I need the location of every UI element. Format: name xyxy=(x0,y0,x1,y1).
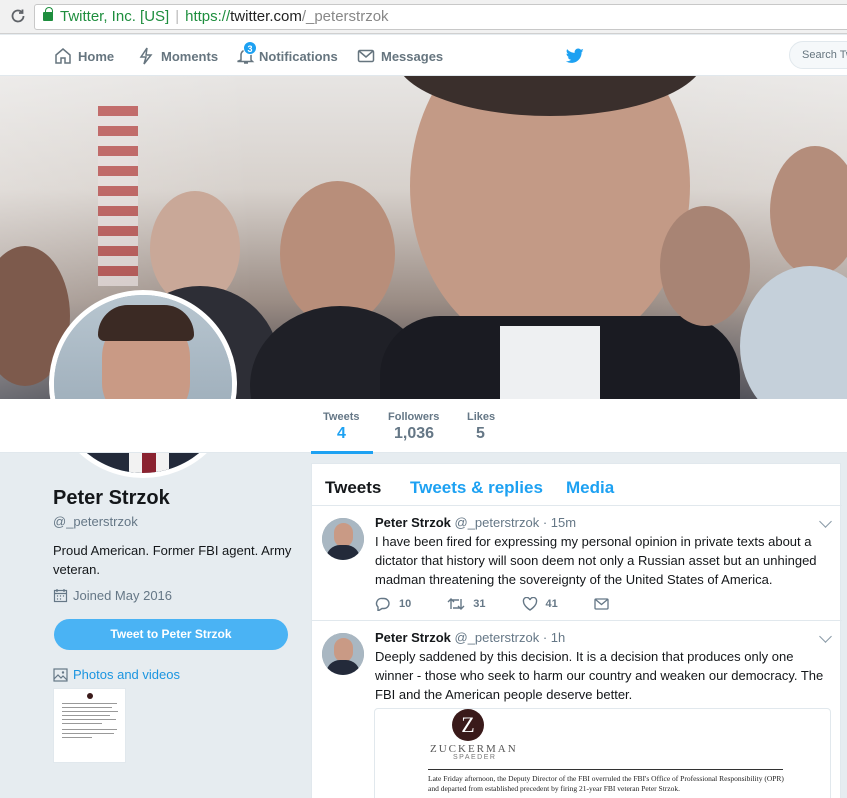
nav-notifications[interactable]: 3 Notifications xyxy=(237,41,338,65)
stat-likes[interactable]: Likes 5 xyxy=(467,411,495,443)
media-thumbnail[interactable] xyxy=(53,688,126,763)
nav-notifications-label: Notifications xyxy=(259,48,338,64)
stat-followers-label: Followers xyxy=(388,411,440,423)
stat-followers-value: 1,036 xyxy=(394,425,435,442)
tweet-avatar[interactable] xyxy=(322,633,364,675)
tab-media[interactable]: Media xyxy=(566,478,614,498)
home-icon xyxy=(55,48,71,64)
retweet-count: 31 xyxy=(473,598,486,610)
search-input[interactable]: Search Tw xyxy=(789,41,847,69)
card-divider xyxy=(428,769,783,770)
photos-videos-link[interactable]: Photos and videos xyxy=(53,667,180,682)
nav-messages-label: Messages xyxy=(381,48,444,64)
image-icon xyxy=(53,667,68,682)
profile-name[interactable]: Peter Strzok xyxy=(53,487,170,510)
url-scheme: https:// xyxy=(185,8,231,25)
tweet-author-name[interactable]: Peter Strzok xyxy=(375,515,451,530)
nav-home-label: Home xyxy=(78,48,115,64)
reload-icon[interactable] xyxy=(9,7,27,25)
tweet-to-button[interactable]: Tweet to Peter Strzok xyxy=(54,619,288,650)
reply-count: 10 xyxy=(399,598,412,610)
envelope-icon xyxy=(357,49,375,63)
stat-tweets[interactable]: Tweets 4 xyxy=(323,411,359,443)
tweet-author-handle[interactable]: @_peterstrzok xyxy=(455,630,540,645)
like-button[interactable]: 41 xyxy=(522,597,558,611)
profile-handle[interactable]: @_peterstrzok xyxy=(53,514,138,529)
twitter-bird-icon[interactable] xyxy=(566,48,584,64)
tweet-avatar[interactable] xyxy=(322,518,364,560)
tweet-text: Deeply saddened by this decision. It is … xyxy=(375,649,824,702)
url-host: twitter.com xyxy=(230,8,302,25)
tweet-header: Peter Strzok @_peterstrzok · 1h xyxy=(375,630,565,645)
nav-moments[interactable]: Moments xyxy=(137,47,218,65)
reply-icon xyxy=(375,597,390,611)
secure-label: Twitter, Inc. [US] xyxy=(60,8,170,25)
browser-toolbar: Twitter, Inc. [US] | https://twitter.com/_… xyxy=(0,0,847,34)
card-firm-sub: SPAEDER xyxy=(453,754,497,761)
envelope-icon xyxy=(594,598,609,610)
lock-icon xyxy=(43,7,53,21)
profile-stats-bar: Tweets 4 Followers 1,036 Likes 5 xyxy=(0,399,847,453)
tweet-author-handle[interactable]: @_peterstrzok xyxy=(455,515,540,530)
profile-joined-label: Joined May 2016 xyxy=(73,588,173,603)
stat-likes-label: Likes xyxy=(467,411,496,423)
heart-icon xyxy=(522,597,537,611)
profile-joined: Joined May 2016 xyxy=(53,588,172,603)
top-navigation: Home Moments 3 Notifications Messages Se… xyxy=(0,35,847,76)
tweet-actions: 10 31 41 xyxy=(375,597,653,611)
tweet-header: Peter Strzok @_peterstrzok · 15m xyxy=(375,515,576,530)
lightning-icon xyxy=(139,47,153,65)
nav-moments-label: Moments xyxy=(161,48,219,64)
notifications-badge: 3 xyxy=(243,41,257,55)
address-bar[interactable]: Twitter, Inc. [US] | https://twitter.com/_… xyxy=(34,4,847,30)
reply-button[interactable]: 10 xyxy=(375,597,411,611)
stat-likes-value: 5 xyxy=(476,425,485,442)
tweet-text: I have been fired for expressing my pers… xyxy=(375,534,817,587)
nav-messages[interactable]: Messages xyxy=(357,47,443,65)
calendar-icon xyxy=(53,589,68,603)
stream-tabs: Tweets Tweets & replies Media xyxy=(312,464,842,506)
tweet-timestamp[interactable]: · 15m xyxy=(543,515,576,530)
tweet-media-card[interactable]: Z ZUCKERMAN SPAEDER Late Friday afternoo… xyxy=(374,708,831,798)
zuckerman-logo: Z xyxy=(452,709,484,741)
chevron-down-icon[interactable] xyxy=(819,630,832,643)
like-count: 41 xyxy=(545,598,558,610)
tab-tweets-replies[interactable]: Tweets & replies xyxy=(410,478,543,498)
tweet-timestamp[interactable]: · 1h xyxy=(543,630,565,645)
photos-videos-label: Photos and videos xyxy=(73,667,180,682)
retweet-button[interactable]: 31 xyxy=(447,597,486,611)
dm-button[interactable] xyxy=(594,598,617,610)
nav-home[interactable]: Home xyxy=(54,47,114,65)
active-stat-underline xyxy=(311,451,373,454)
card-excerpt: Late Friday afternoon, the Deputy Direct… xyxy=(428,774,784,793)
stat-followers[interactable]: Followers 1,036 xyxy=(388,411,439,443)
profile-bio: Proud American. Former FBI agent. Army v… xyxy=(53,543,292,577)
tweet-item[interactable]: Peter Strzok @_peterstrzok · 15m I have … xyxy=(312,506,842,621)
chevron-down-icon[interactable] xyxy=(819,515,832,528)
retweet-icon xyxy=(447,598,465,610)
stat-tweets-label: Tweets xyxy=(323,411,360,423)
tweet-author-name[interactable]: Peter Strzok xyxy=(375,630,451,645)
url-path: /_peterstrzok xyxy=(301,8,389,25)
tab-tweets[interactable]: Tweets xyxy=(325,478,381,498)
stat-tweets-value: 4 xyxy=(337,425,346,442)
